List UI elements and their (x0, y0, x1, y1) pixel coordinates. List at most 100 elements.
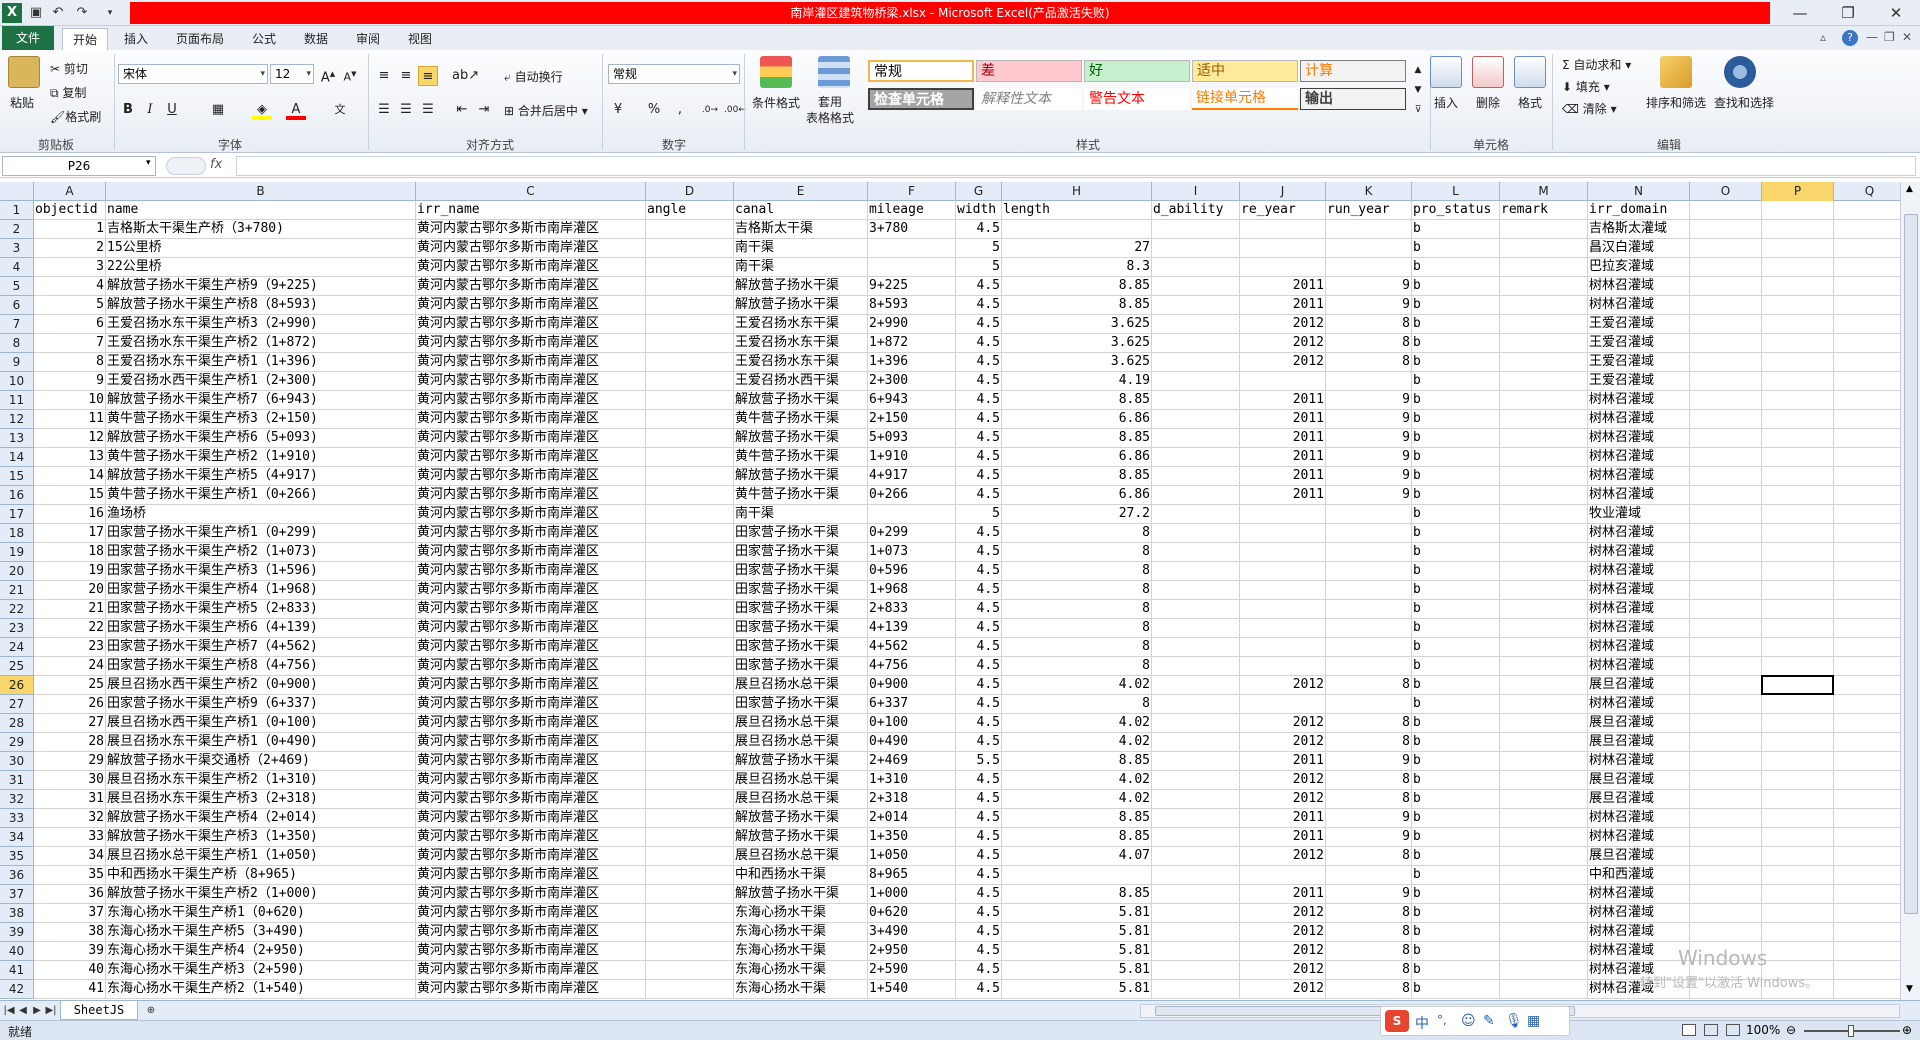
find-select-button[interactable]: 查找和选择 (1714, 94, 1774, 111)
cell-i38[interactable] (1152, 904, 1240, 923)
cell-k33[interactable]: 9 (1326, 809, 1412, 828)
cell-a8[interactable]: 7 (34, 334, 106, 353)
cell-i15[interactable] (1152, 467, 1240, 486)
cell-g33[interactable]: 4.5 (956, 809, 1002, 828)
row-header[interactable]: 8 (0, 334, 34, 353)
cell-g17[interactable]: 5 (956, 505, 1002, 524)
cell-e1[interactable]: canal (734, 201, 868, 220)
cell-c40[interactable]: 黄河内蒙古鄂尔多斯市南岸灌区 (416, 942, 646, 961)
cell-m32[interactable] (1500, 790, 1588, 809)
cell-i37[interactable] (1152, 885, 1240, 904)
zoom-out-icon[interactable]: ⊖ (1786, 1023, 1796, 1037)
row-header[interactable]: 41 (0, 961, 34, 980)
font-color-icon[interactable]: A (286, 100, 306, 120)
cell-i33[interactable] (1152, 809, 1240, 828)
cell-o2[interactable] (1690, 220, 1762, 239)
cell-j35[interactable]: 2012 (1240, 847, 1326, 866)
cell-b16[interactable]: 黄牛营子扬水干渠生产桥1（0+266) (106, 486, 416, 505)
cell-d31[interactable] (646, 771, 734, 790)
cell-n34[interactable]: 树林召灌域 (1588, 828, 1690, 847)
cell-q21[interactable] (1834, 581, 1900, 600)
increase-decimal-icon[interactable]: .0→ (700, 100, 720, 120)
column-header-k[interactable]: K (1326, 182, 1412, 201)
cell-j29[interactable]: 2012 (1240, 733, 1326, 752)
column-header-c[interactable]: C (416, 182, 646, 201)
cell-a18[interactable]: 17 (34, 524, 106, 543)
cell-f25[interactable]: 4+756 (868, 657, 956, 676)
cell-q6[interactable] (1834, 296, 1900, 315)
cell-m31[interactable] (1500, 771, 1588, 790)
row-header[interactable]: 25 (0, 657, 34, 676)
scroll-up-icon[interactable]: ▲ (1906, 184, 1913, 194)
cell-g35[interactable]: 4.5 (956, 847, 1002, 866)
cell-g38[interactable]: 4.5 (956, 904, 1002, 923)
cell-j31[interactable]: 2012 (1240, 771, 1326, 790)
cell-k6[interactable]: 9 (1326, 296, 1412, 315)
cell-j19[interactable] (1240, 543, 1326, 562)
cell-o21[interactable] (1690, 581, 1762, 600)
cell-d38[interactable] (646, 904, 734, 923)
cell-q10[interactable] (1834, 372, 1900, 391)
cell-d13[interactable] (646, 429, 734, 448)
column-header-o[interactable]: O (1690, 182, 1762, 201)
cell-f15[interactable]: 4+917 (868, 467, 956, 486)
cell-c34[interactable]: 黄河内蒙古鄂尔多斯市南岸灌区 (416, 828, 646, 847)
cell-o17[interactable] (1690, 505, 1762, 524)
cell-q42[interactable] (1834, 980, 1900, 999)
ribbon-minimize-icon[interactable]: ▵ (1820, 30, 1826, 44)
cell-g18[interactable]: 4.5 (956, 524, 1002, 543)
cell-h6[interactable]: 8.85 (1002, 296, 1152, 315)
cell-p38[interactable] (1762, 904, 1834, 923)
cell-a38[interactable]: 37 (34, 904, 106, 923)
cell-a4[interactable]: 3 (34, 258, 106, 277)
cell-q32[interactable] (1834, 790, 1900, 809)
restore-button[interactable]: ❐ (1828, 2, 1868, 24)
format-painter-button[interactable]: 🖌格式刷 (50, 108, 101, 125)
cell-j21[interactable] (1240, 581, 1326, 600)
cell-k37[interactable]: 9 (1326, 885, 1412, 904)
cell-p34[interactable] (1762, 828, 1834, 847)
cell-e3[interactable]: 南干渠 (734, 239, 868, 258)
cell-o24[interactable] (1690, 638, 1762, 657)
cell-q22[interactable] (1834, 600, 1900, 619)
cell-q24[interactable] (1834, 638, 1900, 657)
cell-l23[interactable]: b (1412, 619, 1500, 638)
tab-page-layout[interactable]: 页面布局 (166, 28, 234, 50)
cell-d5[interactable] (646, 277, 734, 296)
cell-k19[interactable] (1326, 543, 1412, 562)
cell-d39[interactable] (646, 923, 734, 942)
number-format-select[interactable]: 常规 ▾ (608, 64, 740, 84)
cell-j9[interactable]: 2012 (1240, 353, 1326, 372)
cell-c18[interactable]: 黄河内蒙古鄂尔多斯市南岸灌区 (416, 524, 646, 543)
cell-c41[interactable]: 黄河内蒙古鄂尔多斯市南岸灌区 (416, 961, 646, 980)
row-header[interactable]: 20 (0, 562, 34, 581)
cell-c17[interactable]: 黄河内蒙古鄂尔多斯市南岸灌区 (416, 505, 646, 524)
cell-p7[interactable] (1762, 315, 1834, 334)
cell-j3[interactable] (1240, 239, 1326, 258)
cell-p24[interactable] (1762, 638, 1834, 657)
cell-g13[interactable]: 4.5 (956, 429, 1002, 448)
cell-k38[interactable]: 8 (1326, 904, 1412, 923)
cell-a31[interactable]: 30 (34, 771, 106, 790)
cell-k31[interactable]: 8 (1326, 771, 1412, 790)
cell-p20[interactable] (1762, 562, 1834, 581)
cell-k39[interactable]: 8 (1326, 923, 1412, 942)
cell-a14[interactable]: 13 (34, 448, 106, 467)
cell-k17[interactable] (1326, 505, 1412, 524)
cell-l16[interactable]: b (1412, 486, 1500, 505)
cell-l10[interactable]: b (1412, 372, 1500, 391)
cell-q26[interactable] (1834, 676, 1900, 695)
cell-n32[interactable]: 展旦召灌域 (1588, 790, 1690, 809)
cell-c37[interactable]: 黄河内蒙古鄂尔多斯市南岸灌区 (416, 885, 646, 904)
cell-g24[interactable]: 4.5 (956, 638, 1002, 657)
cell-o18[interactable] (1690, 524, 1762, 543)
cell-l38[interactable]: b (1412, 904, 1500, 923)
cell-f9[interactable]: 1+396 (868, 353, 956, 372)
cell-e6[interactable]: 解放营子扬水干渠 (734, 296, 868, 315)
cell-f38[interactable]: 0+620 (868, 904, 956, 923)
cell-o14[interactable] (1690, 448, 1762, 467)
style-bad[interactable]: 差 (976, 60, 1082, 82)
cell-g9[interactable]: 4.5 (956, 353, 1002, 372)
cell-f34[interactable]: 1+350 (868, 828, 956, 847)
cell-p26[interactable] (1762, 676, 1834, 695)
